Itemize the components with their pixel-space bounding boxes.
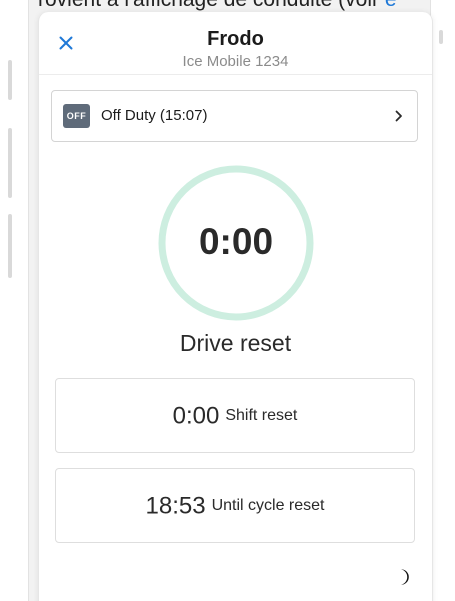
moon-icon (401, 569, 409, 585)
shift-reset-card: 0:00 Shift reset (55, 378, 415, 453)
drive-reset-label: Drive reset (179, 330, 292, 356)
background-panel-mark (8, 60, 12, 100)
background-link-fragment[interactable]: e (385, 0, 397, 11)
drive-time-value: 0:00 (198, 221, 274, 262)
cycle-time-value: 18:53 (145, 492, 206, 520)
theme-toggle-button[interactable] (398, 568, 412, 586)
shift-reset-label: Shift reset (225, 407, 298, 425)
driver-name: Frodo (207, 28, 264, 50)
background-panel-mark (439, 30, 443, 44)
chevron-right-icon (395, 110, 402, 122)
duty-status-selector[interactable]: OFF Off Duty (15:07) (51, 90, 418, 142)
background-text-fragment: rovient à l'affichage de conduite (voir (38, 0, 385, 11)
background-text: rovient à l'affichage de conduite (voir … (38, 0, 455, 12)
cycle-reset-card: 18:53 Until cycle reset (55, 468, 415, 543)
shift-time-value: 0:00 (172, 402, 220, 430)
modal-header: Frodo Ice Mobile 1234 (39, 12, 432, 75)
background-panel-mark (8, 214, 12, 278)
duty-status-label: Off Duty (15:07) (101, 107, 208, 124)
background-panel-right (430, 0, 455, 601)
driver-hos-modal: Frodo Ice Mobile 1234 OFF Off Duty (15:0… (38, 12, 433, 601)
screen: rovient à l'affichage de conduite (voir … (0, 0, 455, 601)
background-panel-mark (8, 128, 12, 198)
vehicle-name: Ice Mobile 1234 (182, 53, 289, 70)
background-panel-left (0, 0, 29, 601)
duty-status-badge: OFF (63, 104, 90, 128)
cycle-reset-label: Until cycle reset (211, 497, 325, 515)
drive-ring: 0:00 (157, 164, 315, 322)
